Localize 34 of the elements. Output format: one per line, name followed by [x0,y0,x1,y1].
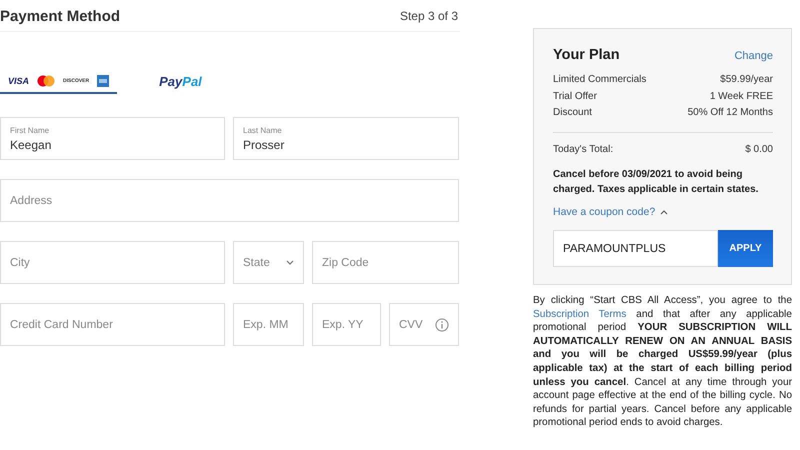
change-link[interactable]: Change [734,50,773,62]
total-label: Today's Total: [553,142,614,156]
input-field[interactable]: Address [0,179,459,222]
coupon-toggle[interactable]: Have a coupon code? [553,206,668,218]
terms-link[interactable]: Subscription Terms [533,308,626,320]
page-title: Payment Method [0,8,120,24]
plan-label: Discount [553,106,592,120]
input-field[interactable]: Zip Code [312,241,459,284]
step-indicator: Step 3 of 3 [400,9,458,23]
plan-value: 1 Week FREE [710,90,773,104]
text-field[interactable]: Last Name Prosser [233,117,459,160]
text-field[interactable]: First Name Keegan [0,117,225,160]
plan-value: 50% Off 12 Months [688,106,773,120]
cancel-notice: Cancel before 03/09/2021 to avoid being charged. Taxes applicable in certain states. [553,168,760,197]
cvv-field[interactable]: CVV [389,303,459,346]
chevron-down-icon [286,260,294,265]
card-logo-icon [97,75,110,87]
apply-button[interactable]: APPLY [718,230,773,267]
plan-label: Limited Commercials [553,73,646,87]
info-icon[interactable] [435,318,449,332]
plan-label: Trial Offer [553,90,597,104]
input-field[interactable]: City [0,241,225,284]
plan-value: $59.99/year [720,73,773,87]
paypal-tab[interactable]: PayPal [151,70,210,94]
state-dropdown[interactable]: State [233,241,304,284]
input-field[interactable]: Credit Card Number [0,303,225,346]
input-field[interactable]: Exp. YY [312,303,381,346]
legal-paragraph: By clicking “Start CBS All Access”, you agree to the Subscription Terms and that after any applicable promotional period YOUR SUBSCRIPTION WILL AUTOMATICALLY RENEW ON AN ANNUAL BASIS and you will be charged US$59.99/year (plus applicable tax) at the start of each billing period unless you cancel. Cancel at any time through your account page effective at the end of the billing cycle. No refunds for partial years. Cancel before any applicable promotional period ends to avoid charges. [533,294,792,430]
circles-logo-icon [37,75,56,87]
plan-title: Your Plan [553,47,620,63]
coupon-field[interactable]: PARAMOUNTPLUS [553,230,718,267]
chevron-up-icon [660,209,668,215]
total-value: $ 0.00 [745,142,773,156]
input-field[interactable]: Exp. MM [233,303,304,346]
